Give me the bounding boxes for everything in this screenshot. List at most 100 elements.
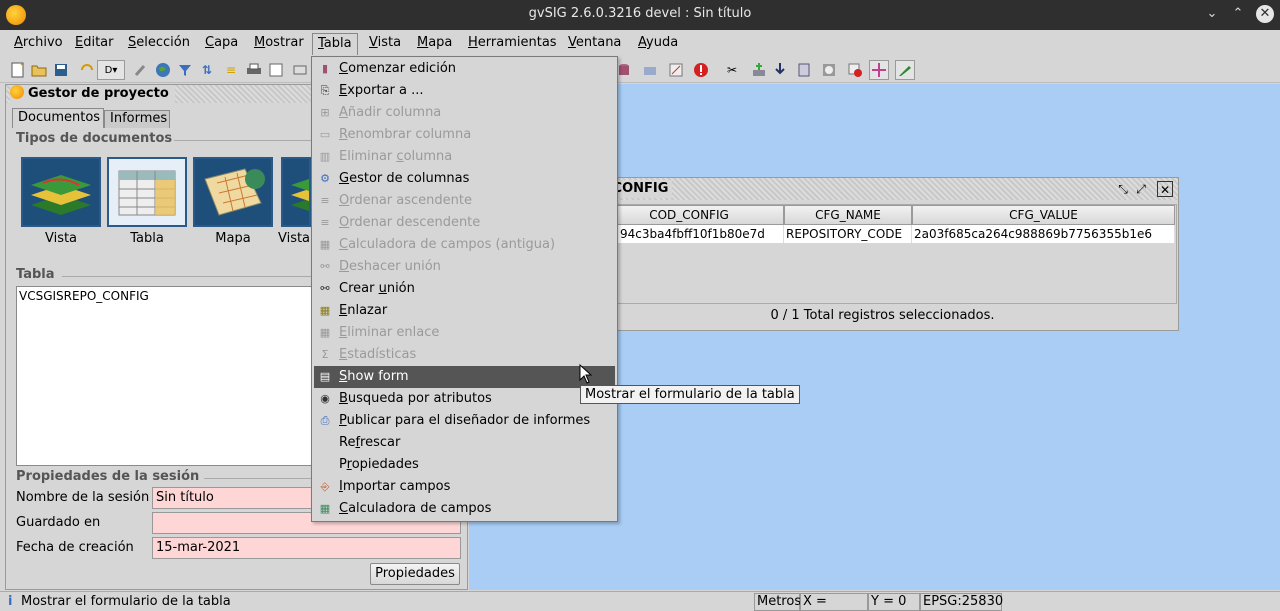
table-cell[interactable]: 94c3ba4fbff10f1b80e7d bbox=[594, 225, 784, 243]
crosshair-icon[interactable] bbox=[869, 60, 889, 80]
close-window-icon[interactable]: ✕ bbox=[1157, 181, 1173, 197]
tabla-menu-item[interactable]: ▤ Show form bbox=[314, 366, 615, 388]
table-cell[interactable]: 2a03f685ca264c988869b7756355b1e6 bbox=[912, 225, 1175, 243]
join-icon: ⚯ bbox=[320, 282, 330, 295]
new-document-icon[interactable] bbox=[8, 60, 28, 80]
units-cell: Metros bbox=[754, 593, 801, 611]
pencil-icon[interactable] bbox=[895, 60, 915, 80]
maximize-button[interactable]: ⌃ bbox=[1228, 4, 1248, 24]
window-title: gvSIG 2.6.0.3216 devel : Sin título bbox=[528, 6, 752, 21]
download-icon[interactable] bbox=[770, 60, 790, 80]
tabla-menu-item[interactable]: ▭ Renombrar columna bbox=[314, 124, 615, 146]
cylinder-icon: ▮ bbox=[321, 62, 329, 75]
vista-3d-doc-button[interactable] bbox=[281, 157, 311, 227]
minimize-window-icon[interactable]: ⤡ bbox=[1115, 181, 1131, 197]
menu-tabla[interactable]: Tabla bbox=[312, 33, 358, 55]
project-manager-title: Gestor de proyecto bbox=[28, 86, 169, 101]
export-icon: ⎘ bbox=[320, 84, 330, 97]
selection-count: 0 / 1 Total registros seleccionados. bbox=[770, 308, 995, 323]
menu-vista[interactable]: Vista bbox=[364, 33, 406, 55]
tabla-menu-item[interactable]: Propiedades bbox=[314, 454, 615, 476]
tabla-menu-item[interactable]: ▦ Enlazar bbox=[314, 300, 615, 322]
zoom-layer-icon[interactable] bbox=[640, 60, 660, 80]
column-header-cod-config[interactable]: COD_CONFIG bbox=[594, 205, 784, 225]
import-fields-icon: ⎆ bbox=[320, 480, 330, 493]
tabla-menu-item[interactable]: ≡ Ordenar ascendente bbox=[314, 190, 615, 212]
stop-icon[interactable] bbox=[691, 60, 711, 80]
tools-icon[interactable] bbox=[666, 60, 686, 80]
tabla-menu-item[interactable]: ▦ Eliminar enlace bbox=[314, 322, 615, 344]
x-coordinate-cell: X = 1.062 bbox=[800, 593, 868, 611]
tab-informes[interactable]: Informes bbox=[104, 110, 170, 128]
column-header-cfg-value[interactable]: CFG_VALUE bbox=[912, 205, 1175, 225]
mouse-cursor-icon bbox=[579, 364, 593, 384]
tabla-menu-item[interactable]: ▮ Comenzar edición bbox=[314, 58, 615, 80]
minimize-button[interactable]: ⌄ bbox=[1202, 4, 1222, 24]
tabla-menu-item[interactable]: Σ Estadísticas bbox=[314, 344, 615, 366]
sort-icon[interactable]: ⇅ bbox=[197, 60, 217, 80]
table-edit-icon[interactable] bbox=[290, 60, 310, 80]
view-layers-icon bbox=[283, 159, 309, 225]
menu-mostrar[interactable]: Mostrar bbox=[249, 33, 309, 55]
brush-icon[interactable] bbox=[131, 60, 151, 80]
map-icon bbox=[195, 159, 271, 225]
tabla-menu-item[interactable]: ▦ Calculadora de campos (antigua) bbox=[314, 234, 615, 256]
vista-doc-button[interactable] bbox=[21, 157, 101, 227]
creation-date-field[interactable]: 15-mar-2021 bbox=[152, 537, 461, 559]
list-icon[interactable]: ≡ bbox=[221, 60, 241, 80]
maximize-window-icon[interactable]: ⤢ bbox=[1133, 181, 1149, 197]
status-message: Mostrar el formulario de la tabla bbox=[21, 594, 231, 609]
sort-descending-icon: ≡ bbox=[320, 216, 330, 229]
table-properties-icon[interactable] bbox=[266, 60, 286, 80]
forbidden-icon[interactable] bbox=[845, 60, 865, 80]
tabla-menu-item[interactable]: ⎆ Importar campos bbox=[314, 476, 615, 498]
mapa-doc-button[interactable] bbox=[193, 157, 273, 227]
status-bar: i Mostrar el formulario de la tabla Metr… bbox=[0, 591, 1280, 611]
add-layer-icon[interactable] bbox=[749, 60, 769, 80]
globe-icon[interactable] bbox=[153, 60, 173, 80]
filter-icon[interactable] bbox=[175, 60, 195, 80]
tabla-menu-item[interactable]: ≡ Ordenar descendente bbox=[314, 212, 615, 234]
properties-button[interactable]: Propiedades bbox=[370, 563, 460, 585]
close-button[interactable]: ✕ bbox=[1256, 5, 1274, 23]
menu-ventana[interactable]: Ventana bbox=[563, 33, 626, 55]
menu-capa[interactable]: Capa bbox=[200, 33, 243, 55]
menu-herramientas[interactable]: Herramientas bbox=[463, 33, 562, 55]
selection-dropdown-icon[interactable]: D▾ bbox=[97, 60, 125, 80]
tabla-menu-item[interactable]: ▥ Eliminar columna bbox=[314, 146, 615, 168]
menu-ayuda[interactable]: Ayuda bbox=[633, 33, 683, 55]
layer-icon[interactable] bbox=[794, 60, 814, 80]
calculator-old-icon: ▦ bbox=[319, 238, 331, 251]
menu-editar[interactable]: Editar bbox=[70, 33, 119, 55]
print-icon[interactable] bbox=[244, 60, 264, 80]
tabla-menu-item[interactable]: ⚯ Crear unión bbox=[314, 278, 615, 300]
save-icon[interactable] bbox=[51, 60, 71, 80]
clock-icon[interactable] bbox=[819, 60, 839, 80]
menu-seleccion[interactable]: Selección bbox=[123, 33, 195, 55]
tabla-menu-item[interactable]: ⎙ Publicar para el diseñador de informes bbox=[314, 410, 615, 432]
settings-wrench-icon[interactable]: ✂ bbox=[722, 60, 742, 80]
session-name-label: Nombre de la sesión bbox=[16, 490, 150, 505]
refresh-icon[interactable] bbox=[77, 60, 97, 80]
tabla-menu-item[interactable]: ⎘ Exportar a ... bbox=[314, 80, 615, 102]
tabla-menu-item[interactable]: ⊞ Añadir columna bbox=[314, 102, 615, 124]
tabla-menu-item[interactable]: ▦ Calculadora de campos bbox=[314, 498, 615, 520]
tabla-doc-button[interactable] bbox=[107, 157, 187, 227]
doc-label-tabla: Tabla bbox=[130, 231, 164, 246]
menu-mapa[interactable]: Mapa bbox=[412, 33, 457, 55]
link-icon: ▦ bbox=[319, 304, 331, 317]
table-grid-icon bbox=[109, 159, 185, 225]
tab-documentos[interactable]: Documentos bbox=[12, 108, 104, 128]
column-header-cfg-name[interactable]: CFG_NAME bbox=[784, 205, 912, 225]
creation-date-label: Fecha de creación bbox=[16, 540, 134, 555]
saved-in-label: Guardado en bbox=[16, 515, 101, 530]
menu-archivo[interactable]: Archivo bbox=[9, 33, 68, 55]
table-cell[interactable]: REPOSITORY_CODE bbox=[784, 225, 912, 243]
tabla-menu-item[interactable]: Refrescar bbox=[314, 432, 615, 454]
statistics-icon: Σ bbox=[321, 348, 329, 361]
session-properties-title: Propiedades de la sesión bbox=[16, 469, 200, 484]
tabla-menu-item[interactable]: ◉ Busqueda por atributos bbox=[314, 388, 615, 410]
tabla-menu-item[interactable]: ⚯ Deshacer unión bbox=[314, 256, 615, 278]
tabla-menu-item[interactable]: ⚙ Gestor de columnas bbox=[314, 168, 615, 190]
open-folder-icon[interactable] bbox=[29, 60, 49, 80]
